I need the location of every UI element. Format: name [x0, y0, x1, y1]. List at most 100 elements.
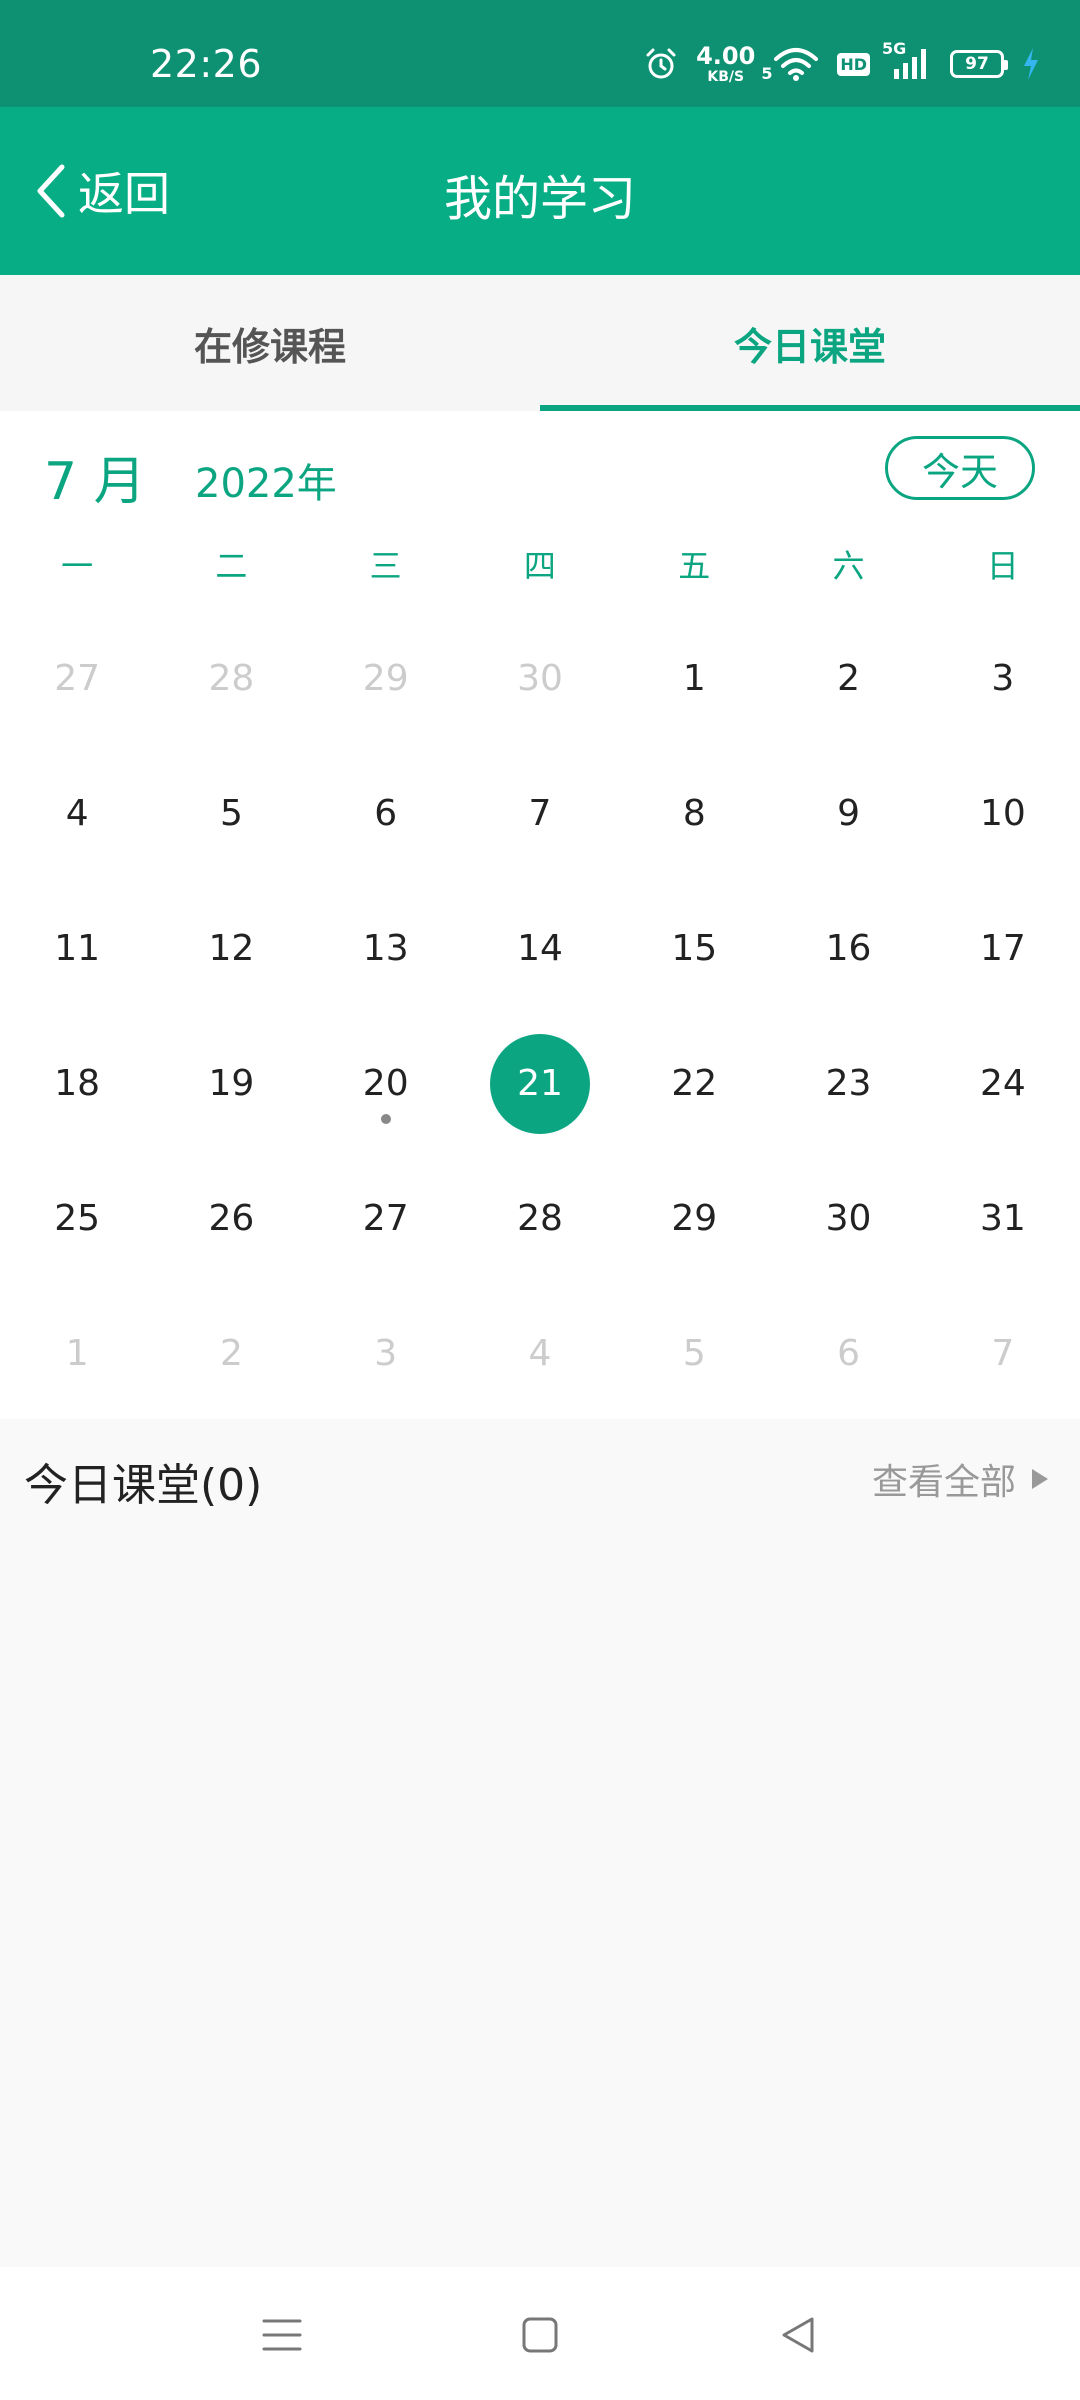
calendar-day-number: 27 [362, 1198, 409, 1239]
calendar-day[interactable]: 7 [926, 1286, 1080, 1421]
calendar-day[interactable]: 15 [617, 881, 771, 1016]
calendar-day[interactable]: 1 [617, 611, 771, 746]
tab-today-class[interactable]: 今日课堂 [540, 275, 1080, 411]
status-bar: 22:26 4.00 KB/S 5 HD 5G 97 [0, 0, 1080, 107]
alarm-icon [644, 47, 678, 81]
calendar-day-number: 17 [979, 928, 1026, 969]
menu-icon [262, 2315, 302, 2355]
net-speed-unit: KB/S [707, 69, 745, 85]
battery-icon: 97 [950, 50, 1008, 78]
calendar-day-number: 16 [825, 928, 872, 969]
battery-level: 97 [965, 54, 989, 74]
weekday-label: 四 [523, 547, 556, 585]
menu-nav-button[interactable] [252, 2307, 312, 2363]
calendar-day[interactable]: 16 [771, 881, 925, 1016]
app-header: 返回 我的学习 [0, 107, 1080, 275]
status-icons: 4.00 KB/S 5 HD 5G 97 [644, 39, 1040, 85]
calendar-day[interactable]: 31 [926, 1151, 1080, 1286]
weekday-label: 六 [832, 547, 865, 585]
today-button[interactable]: 今天 [885, 436, 1035, 500]
system-nav-bar [0, 2267, 1080, 2400]
network-type-label: 5G [882, 39, 907, 58]
calendar-day-number: 10 [979, 793, 1026, 834]
calendar-day-number: 26 [208, 1198, 255, 1239]
calendar-day-number: 18 [54, 1063, 101, 1104]
calendar-day-number: 3 [991, 658, 1015, 699]
net-speed-value: 4.00 [696, 42, 756, 70]
calendar-day[interactable]: 20 [309, 1016, 463, 1151]
calendar: 7 月 2022年 今天 一 二 三 四 五 六 日 27 28 29 30 1 2 3 4 5… [0, 411, 1080, 1419]
calendar-day[interactable]: 10 [926, 746, 1080, 881]
calendar-day-number: 24 [979, 1063, 1026, 1104]
calendar-day[interactable]: 13 [309, 881, 463, 1016]
calendar-day-number: 15 [671, 928, 718, 969]
calendar-day[interactable]: 25 [0, 1151, 154, 1286]
today-class-section: 今日课堂(0) 查看全部 [0, 1419, 1080, 2267]
calendar-day[interactable]: 29 [309, 611, 463, 746]
calendar-day-number: 11 [54, 928, 101, 969]
calendar-day[interactable]: 26 [154, 1151, 308, 1286]
wifi-band-label: 5 [761, 64, 773, 83]
status-time: 22:26 [150, 42, 263, 86]
calendar-day[interactable]: 4 [463, 1286, 617, 1421]
calendar-day[interactable]: 12 [154, 881, 308, 1016]
back-nav-button[interactable] [768, 2307, 828, 2363]
calendar-day[interactable]: 29 [617, 1151, 771, 1286]
calendar-day[interactable]: 5 [617, 1286, 771, 1421]
calendar-day[interactable]: 6 [309, 746, 463, 881]
calendar-day-number: 20 [362, 1063, 409, 1104]
calendar-day[interactable]: 3 [926, 611, 1080, 746]
calendar-day[interactable]: 3 [309, 1286, 463, 1421]
calendar-day-number: 1 [65, 1333, 89, 1374]
tab-bar: 在修课程 今日课堂 [0, 275, 1080, 411]
view-all-label: 查看全部 [871, 1462, 1016, 1503]
calendar-day[interactable]: 22 [617, 1016, 771, 1151]
calendar-day-number: 7 [528, 793, 552, 834]
calendar-day[interactable]: 17 [926, 881, 1080, 1016]
event-dot [380, 1113, 391, 1124]
home-nav-button[interactable] [510, 2307, 570, 2363]
calendar-day-number: 4 [65, 793, 89, 834]
calendar-day[interactable]: 28 [463, 1151, 617, 1286]
calendar-day-number: 27 [54, 658, 101, 699]
calendar-day-number: 12 [208, 928, 255, 969]
calendar-day[interactable]: 9 [771, 746, 925, 881]
calendar-day[interactable]: 6 [771, 1286, 925, 1421]
calendar-day[interactable]: 7 [463, 746, 617, 881]
weekday-label: 五 [678, 547, 711, 585]
calendar-day[interactable]: 30 [463, 611, 617, 746]
calendar-day[interactable]: 14 [463, 881, 617, 1016]
calendar-day[interactable]: 19 [154, 1016, 308, 1151]
hd-badge: HD [837, 52, 870, 76]
calendar-day[interactable]: 28 [154, 611, 308, 746]
calendar-day[interactable]: 4 [0, 746, 154, 881]
calendar-day[interactable]: 2 [771, 611, 925, 746]
calendar-day-number: 9 [837, 793, 861, 834]
calendar-day[interactable]: 1 [0, 1286, 154, 1421]
calendar-day[interactable]: 27 [0, 611, 154, 746]
back-triangle-icon [778, 2315, 818, 2355]
calendar-day[interactable]: 24 [926, 1016, 1080, 1151]
calendar-day-selected[interactable]: 21 [463, 1016, 617, 1151]
page-title: 我的学习 [443, 171, 636, 227]
month-label: 7 月 [44, 452, 146, 512]
calendar-day[interactable]: 30 [771, 1151, 925, 1286]
calendar-day-number: 3 [374, 1333, 398, 1374]
calendar-day-number: 19 [208, 1063, 255, 1104]
calendar-day-number: 8 [682, 793, 706, 834]
calendar-day[interactable]: 2 [154, 1286, 308, 1421]
view-all-link[interactable]: 查看全部 [872, 1453, 1050, 1505]
calendar-day[interactable]: 23 [771, 1016, 925, 1151]
tab-current-courses[interactable]: 在修课程 [0, 275, 540, 411]
calendar-day[interactable]: 18 [0, 1016, 154, 1151]
calendar-day[interactable]: 27 [309, 1151, 463, 1286]
calendar-day[interactable]: 11 [0, 881, 154, 1016]
calendar-day[interactable]: 5 [154, 746, 308, 881]
calendar-day-number: 2 [837, 658, 861, 699]
calendar-day-number: 5 [219, 793, 243, 834]
charging-icon [1022, 47, 1040, 81]
calendar-day-number: 2 [219, 1333, 243, 1374]
weekday-label: 三 [369, 547, 402, 585]
calendar-day-number: 25 [54, 1198, 101, 1239]
calendar-day[interactable]: 8 [617, 746, 771, 881]
